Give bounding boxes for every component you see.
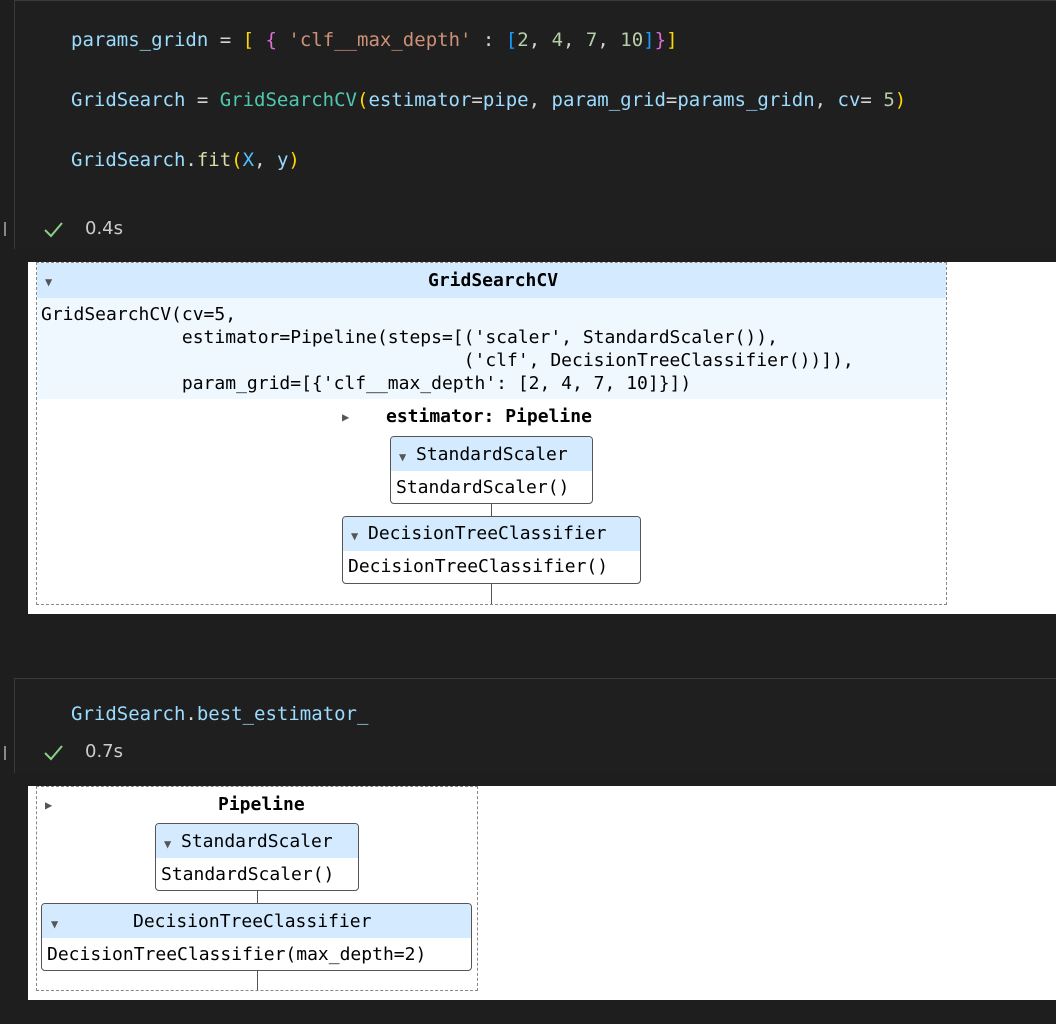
standardscaler-title[interactable]: StandardScaler <box>181 831 333 852</box>
token: ] <box>666 29 678 51</box>
token: fit <box>196 149 232 171</box>
decisiontree-repr: DecisionTreeClassifier(max_depth=2) <box>47 944 427 965</box>
token: 2 <box>517 29 529 51</box>
token: , <box>814 89 838 111</box>
code-line-best-estimator[interactable]: GridSearch.best_estimator_ <box>71 703 368 725</box>
token: 'clf__max_depth' <box>288 29 472 51</box>
triangle-down-icon: ▼ <box>51 917 59 931</box>
connector-line <box>257 971 258 990</box>
token: best_estimator_ <box>196 703 369 725</box>
execution-time: 0.4s <box>85 218 124 239</box>
token: estimator <box>368 89 472 111</box>
connector-line <box>491 504 492 516</box>
token: ( <box>357 89 369 111</box>
token: , <box>528 89 552 111</box>
check-icon <box>44 745 63 761</box>
token: 10 <box>620 29 644 51</box>
gridsearchcv-title[interactable]: GridSearchCV <box>428 270 558 291</box>
standardscaler-repr: StandardScaler() <box>161 864 335 885</box>
triangle-down-icon: ▼ <box>399 450 407 464</box>
token: = <box>208 29 243 51</box>
token: params_gridn <box>677 89 815 111</box>
repr-line-1: GridSearchCV(cv=5, <box>41 304 237 325</box>
execution-time: 0.7s <box>85 741 124 762</box>
repr-line-2: estimator=Pipeline(steps=[('scaler', Sta… <box>41 327 778 348</box>
token: 7 <box>585 29 598 51</box>
connector-line <box>491 584 492 604</box>
token: , <box>528 29 552 51</box>
triangle-right-icon: ▶ <box>342 410 350 424</box>
token: 5 <box>883 89 895 111</box>
token: [ <box>242 29 255 51</box>
code-line-1[interactable]: params_gridn = [ { 'clf__max_depth' : [2… <box>71 29 678 51</box>
token: param_grid <box>551 89 666 111</box>
pipeline-title[interactable]: Pipeline <box>218 794 305 815</box>
token: , <box>597 29 621 51</box>
decisiontree-title[interactable]: DecisionTreeClassifier <box>133 911 371 932</box>
code-cell-2[interactable] <box>14 678 1056 773</box>
code-line-3[interactable]: GridSearch.fit(X, y) <box>71 149 300 171</box>
token: = <box>860 89 884 111</box>
connector-line <box>257 891 258 903</box>
decisiontree-repr: DecisionTreeClassifier() <box>348 556 609 577</box>
token: pipe <box>482 89 529 111</box>
repr-line-4: param_grid=[{'clf__max_depth': [2, 4, 7,… <box>41 373 692 394</box>
token: ( <box>231 149 243 171</box>
standardscaler-repr: StandardScaler() <box>396 477 570 498</box>
token: cv <box>837 89 861 111</box>
execution-gutter-marker <box>0 222 6 236</box>
estimator-pipeline-label[interactable]: estimator: Pipeline <box>386 406 592 427</box>
token: ) <box>288 149 300 171</box>
token: ] <box>643 29 655 51</box>
triangle-down-icon: ▼ <box>45 275 53 289</box>
token: . <box>185 149 197 171</box>
token: , <box>563 29 586 51</box>
token: X <box>242 149 255 171</box>
decisiontree-title[interactable]: DecisionTreeClassifier <box>368 523 606 544</box>
token: = <box>665 89 678 111</box>
token: GridSearch <box>71 149 186 171</box>
triangle-right-icon: ▶ <box>45 798 53 812</box>
triangle-down-icon: ▼ <box>351 529 359 543</box>
standardscaler-title[interactable]: StandardScaler <box>416 444 568 465</box>
token: . <box>185 703 197 725</box>
token: } <box>654 29 667 51</box>
triangle-down-icon: ▼ <box>164 837 172 851</box>
token: GridSearch <box>71 89 186 111</box>
token: : <box>471 29 506 51</box>
token: GridSearchCV <box>219 89 357 111</box>
repr-line-3: ('clf', DecisionTreeClassifier())]), <box>41 350 854 371</box>
token: [ <box>505 29 518 51</box>
execution-gutter-marker <box>0 746 6 760</box>
token: { <box>265 29 277 51</box>
token: params_gridn <box>71 29 209 51</box>
token: = <box>471 89 483 111</box>
token: ) <box>894 89 907 111</box>
token: 4 <box>551 29 564 51</box>
token: GridSearch <box>71 703 186 725</box>
token: y <box>276 149 289 171</box>
token: = <box>185 89 220 111</box>
code-line-2[interactable]: GridSearch = GridSearchCV(estimator=pipe… <box>71 89 906 111</box>
token: , <box>254 149 277 171</box>
check-icon <box>44 222 63 238</box>
